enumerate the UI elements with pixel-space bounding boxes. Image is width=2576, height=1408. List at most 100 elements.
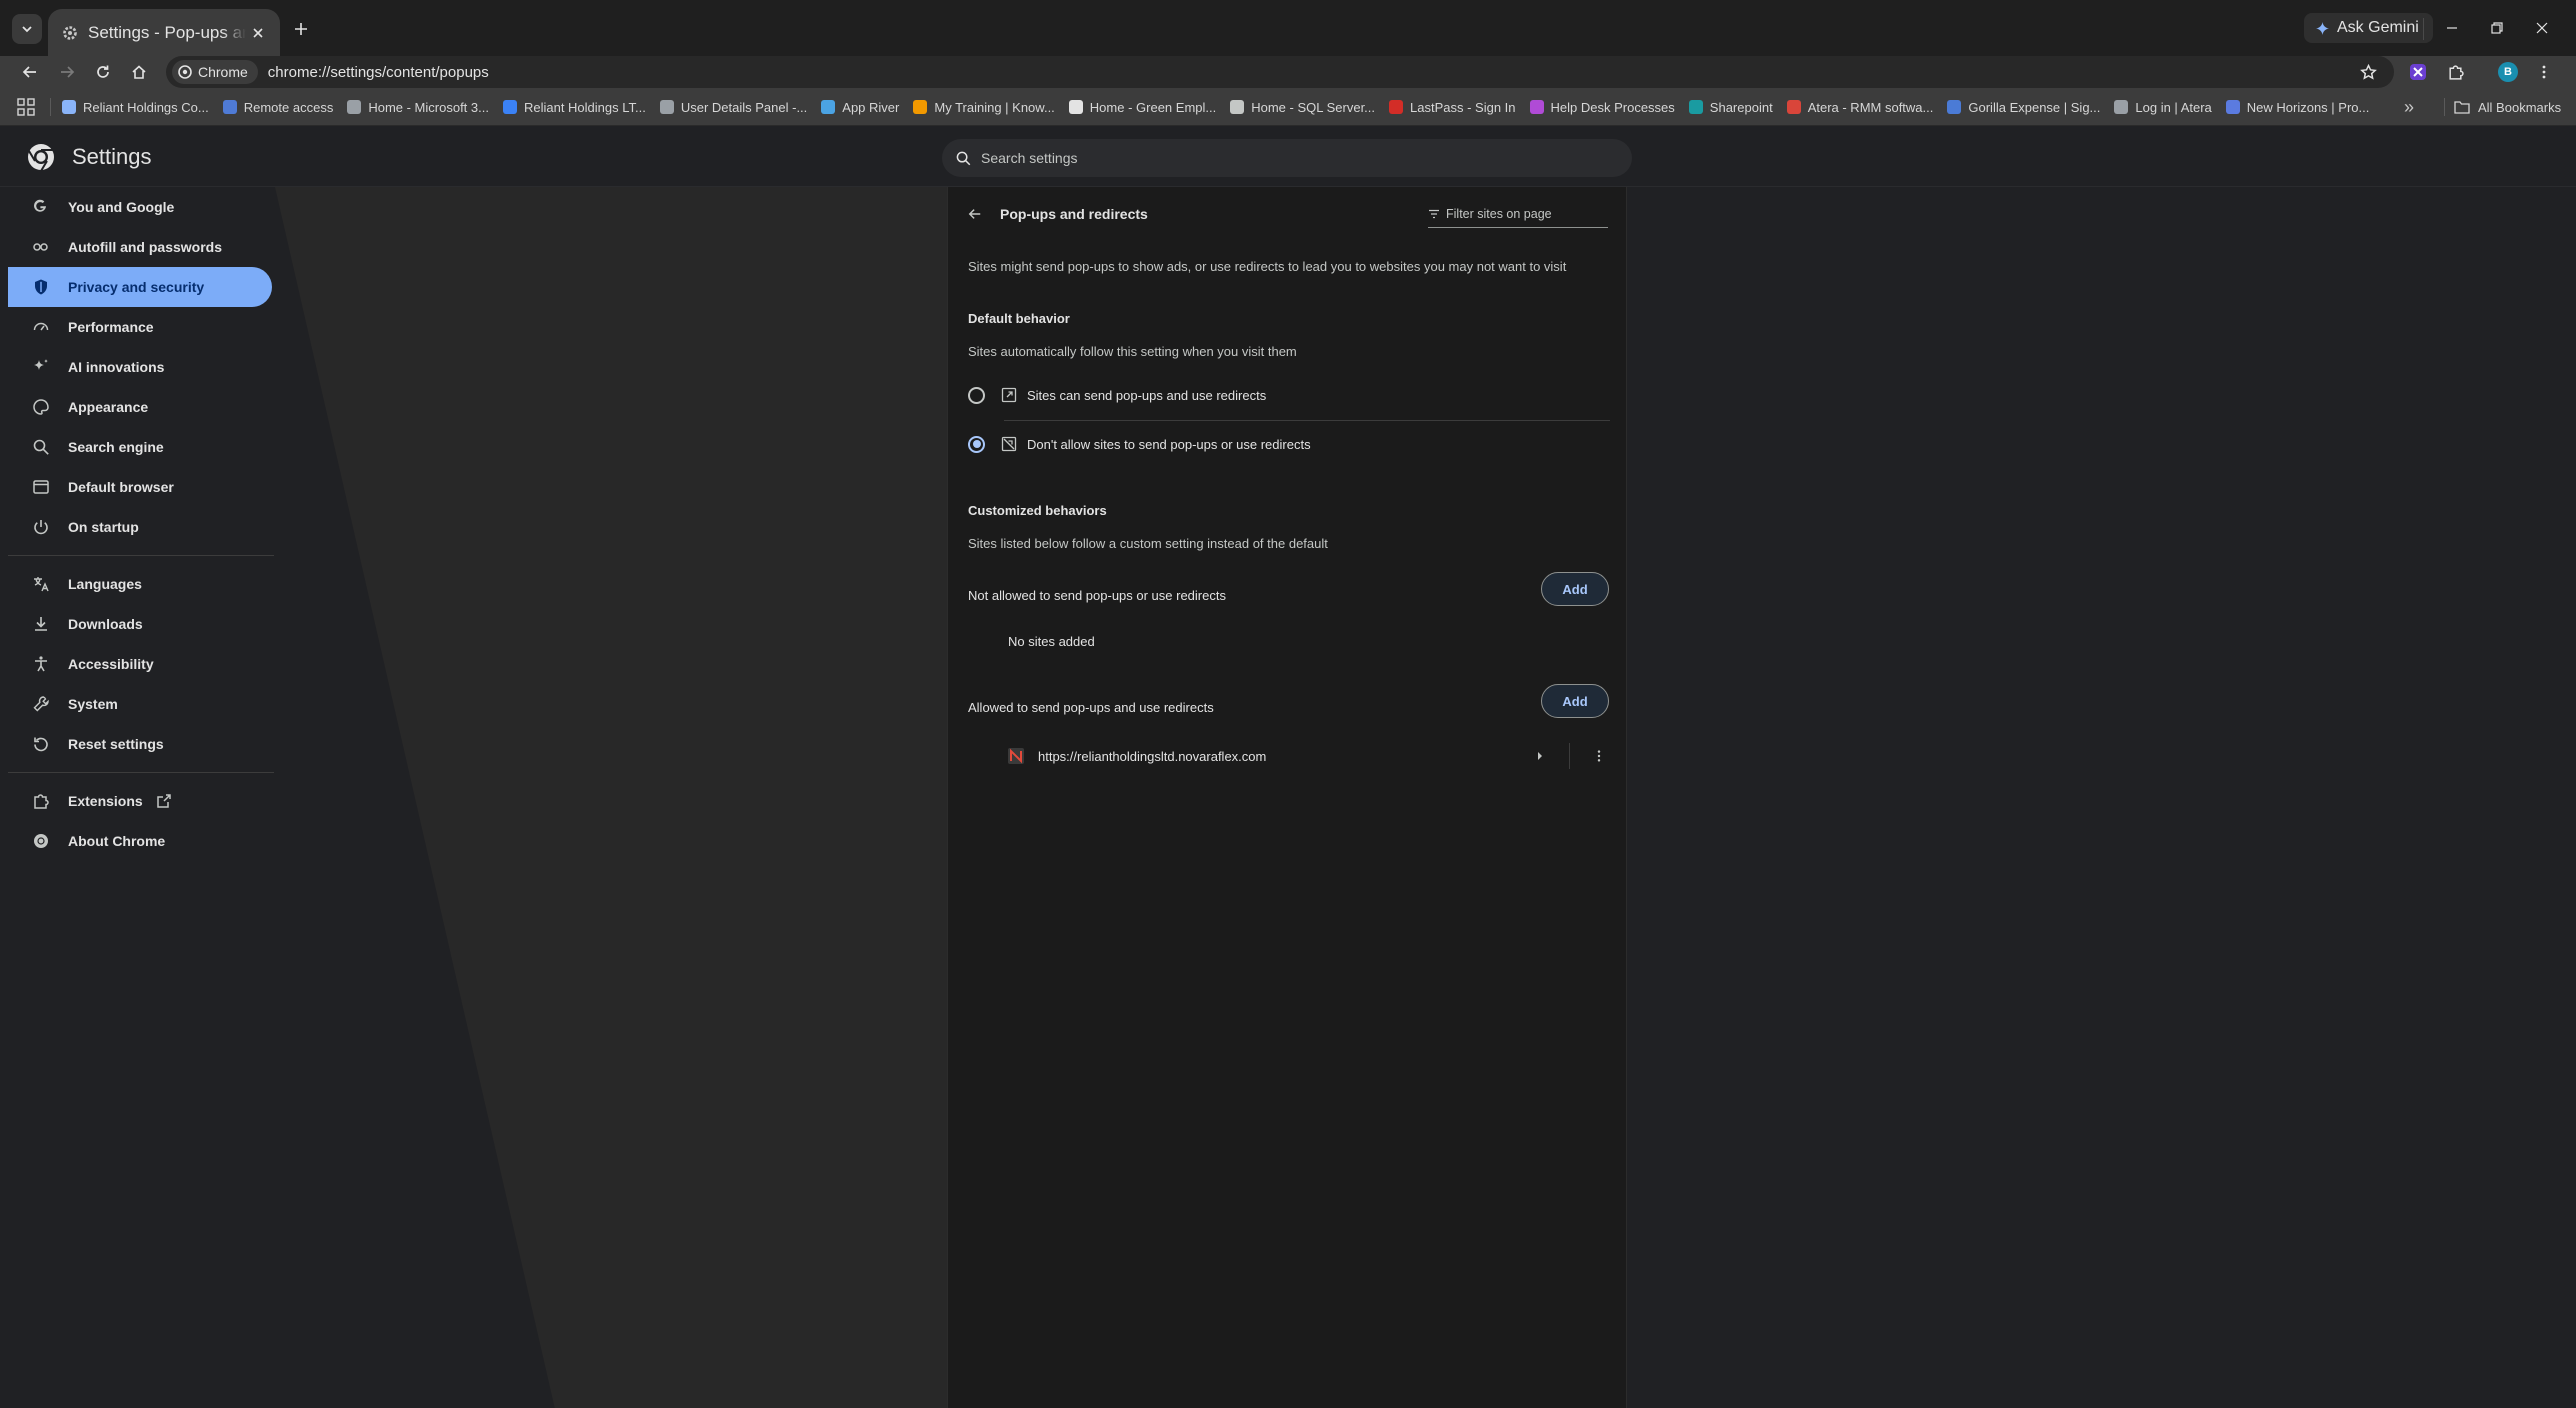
bookmark-favicon-icon [1529, 100, 1544, 114]
sidebar-item-label: Reset settings [68, 736, 164, 752]
close-window-button[interactable] [2522, 12, 2562, 44]
arrow-left-icon [968, 209, 981, 219]
default-behavior-heading: Default behavior [968, 311, 1070, 326]
radio-button-selected[interactable] [968, 435, 985, 453]
bookmark-item[interactable]: Log in | Atera [2114, 100, 2212, 115]
bookmark-item[interactable]: Gorilla Expense | Sig... [1947, 100, 2100, 115]
radio-allow-popups[interactable]: Sites can send pop-ups and use redirects [964, 371, 1609, 419]
more-bookmarks-chevron-icon[interactable]: » [2404, 97, 2414, 118]
sidebar-item-default-browser[interactable]: Default browser [8, 467, 272, 507]
restore-button[interactable] [2477, 12, 2517, 44]
popups-settings-card: Pop-ups and redirects Sites might send p… [947, 187, 1627, 1408]
ask-gemini-button[interactable]: Ask Gemini [2304, 13, 2433, 43]
search-settings-input[interactable] [981, 150, 1618, 166]
bookmark-item[interactable]: Home - SQL Server... [1230, 100, 1375, 115]
add-blocked-site-button[interactable]: Add [1541, 572, 1609, 606]
sidebar-item-extensions[interactable]: Extensions [8, 781, 272, 821]
bookmark-label: Gorilla Expense | Sig... [1968, 99, 2101, 115]
bookmark-item[interactable]: Reliant Holdings Co... [62, 100, 209, 115]
sidebar-item-reset-settings[interactable]: Reset settings [8, 724, 272, 764]
bookmark-label: Home - Green Empl... [1089, 99, 1217, 115]
profile-button[interactable]: B [2494, 58, 2522, 86]
wrench-icon [33, 696, 49, 712]
arrow-right-icon [61, 66, 75, 78]
sidebar-item-about-chrome[interactable]: About Chrome [8, 821, 272, 861]
home-button[interactable] [124, 57, 154, 87]
filter-sites-field[interactable] [1428, 200, 1608, 228]
back-button[interactable] [15, 57, 45, 87]
minimize-button[interactable] [2432, 12, 2472, 44]
bookmark-item[interactable]: Help Desk Processes [1529, 99, 1675, 115]
bookmark-list: Reliant Holdings Co... Remote access Home … [62, 88, 2369, 126]
bookmark-label: Atera - RMM softwa... [1807, 99, 1934, 115]
bookmark-favicon-icon [222, 100, 237, 114]
apps-grid-icon[interactable] [16, 97, 36, 117]
sidebar-item-label: You and Google [68, 199, 175, 215]
bookmark-label: Sharepoint [1709, 99, 1773, 115]
folder-icon [2454, 101, 2470, 114]
browser-icon [33, 480, 49, 494]
bookmark-item[interactable]: Sharepoint [1688, 99, 1773, 115]
allowed-sites-label: Allowed to send pop-ups and use redirect… [968, 700, 1214, 715]
sidebar-item-privacy-and-security[interactable]: Privacy and security [8, 267, 272, 307]
extensions-menu-button[interactable] [2441, 58, 2469, 86]
sidebar-item-you-and-google[interactable]: You and Google [8, 187, 272, 227]
radio-button[interactable] [968, 386, 985, 404]
active-tab[interactable]: Settings - Pop-ups and redirects [48, 9, 280, 56]
sidebar-item-search-engine[interactable]: Search engine [8, 427, 272, 467]
bookmark-label: Help Desk Processes [1550, 99, 1675, 115]
download-icon [35, 617, 47, 631]
radio-block-popups[interactable]: Don't allow sites to send pop-ups or use… [964, 420, 1609, 468]
site-details-button[interactable] [1525, 741, 1555, 771]
sidebar-item-performance[interactable]: Performance [8, 307, 272, 347]
forward-button[interactable] [52, 57, 82, 87]
bookmark-star-button[interactable] [2354, 58, 2382, 86]
bookmark-item[interactable]: Remote access [222, 100, 333, 115]
sidebar-item-ai-innovations[interactable]: AI innovations [8, 347, 272, 387]
allowed-site-row[interactable]: https://reliantholdingsltd.novaraflex.co… [968, 736, 1610, 776]
bookmark-item[interactable]: Atera - RMM softwa... [1786, 99, 1934, 115]
bookmark-item[interactable]: My Training | Know... [913, 100, 1055, 115]
bookmark-item[interactable]: New Horizons | Pro... [2225, 100, 2369, 115]
bookmark-favicon-icon [1947, 100, 1962, 114]
all-bookmarks-label: All Bookmarks [2478, 99, 2562, 115]
extension-button[interactable] [2404, 58, 2432, 86]
new-tab-button[interactable] [286, 14, 316, 44]
bookmark-item[interactable]: Reliant Holdings LT... [502, 100, 646, 115]
tab-search-button[interactable] [12, 14, 42, 44]
reload-icon [97, 65, 109, 78]
address-bar[interactable]: Chrome chrome://settings/content/popups [166, 56, 2394, 88]
sidebar-item-languages[interactable]: Languages [8, 564, 272, 604]
bookmark-item[interactable]: Home - Microsoft 3... [347, 100, 489, 115]
bookmark-favicon-icon [821, 100, 836, 114]
bookmarks-separator [50, 98, 51, 116]
bookmark-item[interactable]: App River [821, 100, 899, 115]
bookmark-favicon-icon [2225, 100, 2240, 114]
back-to-site-settings-button[interactable] [962, 201, 988, 227]
default-behavior-subheading: Sites automatically follow this setting … [968, 344, 1297, 359]
site-info-chip[interactable]: Chrome [172, 60, 258, 84]
site-more-actions-button[interactable] [1584, 741, 1614, 771]
search-settings-box[interactable] [942, 139, 1632, 177]
tab-close-button[interactable] [246, 21, 270, 45]
bookmarks-bar: Reliant Holdings Co... Remote access Home … [0, 88, 2576, 126]
reload-button[interactable] [88, 57, 118, 87]
bookmark-favicon-icon [347, 100, 362, 114]
sidebar-item-downloads[interactable]: Downloads [8, 604, 272, 644]
chrome-menu-button[interactable] [2530, 58, 2558, 86]
sidebar-item-autofill-and-passwords[interactable]: Autofill and passwords [8, 227, 272, 267]
bookmark-item[interactable]: User Details Panel -... [659, 100, 807, 115]
bookmark-item[interactable]: Home - Green Empl... [1068, 99, 1217, 115]
sidebar-item-label: Appearance [68, 399, 149, 415]
bookmark-favicon-icon [1688, 100, 1703, 114]
sidebar-item-appearance[interactable]: Appearance [8, 387, 272, 427]
sidebar-item-system[interactable]: System [8, 684, 272, 724]
all-bookmarks-button[interactable]: All Bookmarks [2443, 88, 2562, 126]
sidebar-item-accessibility[interactable]: Accessibility [8, 644, 272, 684]
bookmark-item[interactable]: LastPass - Sign In [1389, 100, 1516, 115]
more-vert-icon [1597, 750, 1601, 762]
sidebar-divider [8, 772, 274, 773]
sidebar-item-on-startup[interactable]: On startup [8, 507, 272, 547]
filter-sites-input[interactable] [1446, 206, 1596, 221]
add-allowed-site-button[interactable]: Add [1541, 684, 1609, 718]
